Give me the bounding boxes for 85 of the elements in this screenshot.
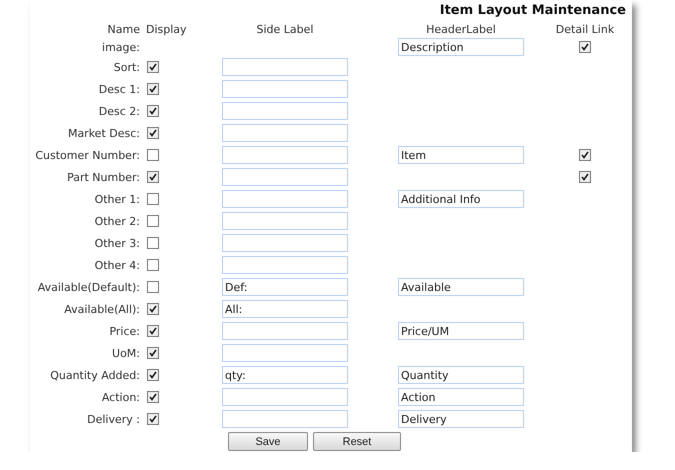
checkbox[interactable] (147, 215, 159, 227)
field-name: UoM: (111, 346, 141, 360)
checkbox[interactable] (147, 413, 159, 425)
checkmark-icon (581, 151, 589, 159)
field-name: Other 1: (94, 192, 141, 206)
side-label-field[interactable]: All: (222, 300, 348, 318)
side-label-field[interactable] (222, 58, 348, 76)
checkmark-icon (149, 371, 157, 379)
checkmark-icon (149, 129, 157, 137)
checkmark-icon (149, 85, 157, 93)
checkbox[interactable] (579, 41, 591, 53)
field-name: Price: (108, 324, 141, 338)
field-name: Action: (100, 390, 141, 404)
field-name: Other 4: (94, 258, 141, 272)
side-label-field[interactable] (222, 234, 348, 252)
side-label-field[interactable] (222, 256, 348, 274)
checkmark-icon (149, 107, 157, 115)
column-header: Side Label (256, 22, 314, 36)
column-header: HeaderLabel (425, 22, 497, 36)
checkbox[interactable] (147, 391, 159, 403)
side-label-field[interactable]: qty: (222, 366, 348, 384)
field-name: Desc 1: (98, 82, 141, 96)
side-label-field[interactable] (222, 80, 348, 98)
checkbox[interactable] (579, 149, 591, 161)
field-name: Part Number: (66, 170, 141, 184)
reset-button[interactable]: Reset (313, 432, 401, 451)
field-name: Delivery : (86, 412, 141, 426)
header-label-field[interactable]: Additional Info (398, 190, 524, 208)
column-header: Detail Link (554, 22, 616, 36)
checkbox[interactable] (147, 171, 159, 183)
checkbox[interactable] (579, 171, 591, 183)
checkbox[interactable] (147, 325, 159, 337)
checkbox[interactable] (147, 149, 159, 161)
header-label-field[interactable]: Quantity (398, 366, 524, 384)
side-label-field[interactable] (222, 102, 348, 120)
checkmark-icon (149, 63, 157, 71)
checkbox[interactable] (147, 281, 159, 293)
checkbox[interactable] (147, 193, 159, 205)
column-header: Display (145, 22, 188, 36)
field-name: Quantity Added: (49, 368, 141, 382)
header-label-field[interactable]: Description (398, 38, 524, 56)
checkmark-icon (581, 43, 589, 51)
field-name: Available(All): (63, 302, 141, 316)
page-title: Item Layout Maintenance (438, 2, 627, 20)
side-label-field[interactable] (222, 322, 348, 340)
checkbox[interactable] (147, 369, 159, 381)
side-label-field[interactable] (222, 168, 348, 186)
side-label-field[interactable] (222, 388, 348, 406)
checkmark-icon (581, 173, 589, 181)
field-name: image: (101, 40, 141, 54)
field-name: Other 2: (94, 214, 141, 228)
side-label-field[interactable] (222, 410, 348, 428)
save-button[interactable]: Save (228, 432, 308, 451)
checkbox[interactable] (147, 127, 159, 139)
checkbox[interactable] (147, 61, 159, 73)
checkbox[interactable] (147, 347, 159, 359)
header-label-field[interactable]: Delivery (398, 410, 524, 428)
checkbox[interactable] (147, 237, 159, 249)
side-label-field[interactable] (222, 344, 348, 362)
field-name: Sort: (112, 60, 141, 74)
header-label-field[interactable]: Action (398, 388, 524, 406)
checkmark-icon (149, 305, 157, 313)
checkbox[interactable] (147, 259, 159, 271)
checkmark-icon (149, 393, 157, 401)
header-label-field[interactable]: Item (398, 146, 524, 164)
field-name: Desc 2: (98, 104, 141, 118)
field-name: Market Desc: (66, 126, 141, 140)
side-label-field[interactable]: Def: (222, 278, 348, 296)
checkmark-icon (149, 327, 157, 335)
checkbox[interactable] (147, 303, 159, 315)
column-header: Name (106, 22, 141, 36)
side-label-field[interactable] (222, 124, 348, 142)
side-label-field[interactable] (222, 190, 348, 208)
checkmark-icon (149, 415, 157, 423)
field-name: Customer Number: (34, 148, 141, 162)
header-label-field[interactable]: Available (398, 278, 524, 296)
checkmark-icon (149, 349, 157, 357)
side-label-field[interactable] (222, 212, 348, 230)
checkbox[interactable] (147, 105, 159, 117)
checkmark-icon (149, 173, 157, 181)
field-name: Other 3: (94, 236, 141, 250)
checkbox[interactable] (147, 83, 159, 95)
field-name: Available(Default): (36, 280, 141, 294)
header-label-field[interactable]: Price/UM (398, 322, 524, 340)
side-label-field[interactable] (222, 146, 348, 164)
